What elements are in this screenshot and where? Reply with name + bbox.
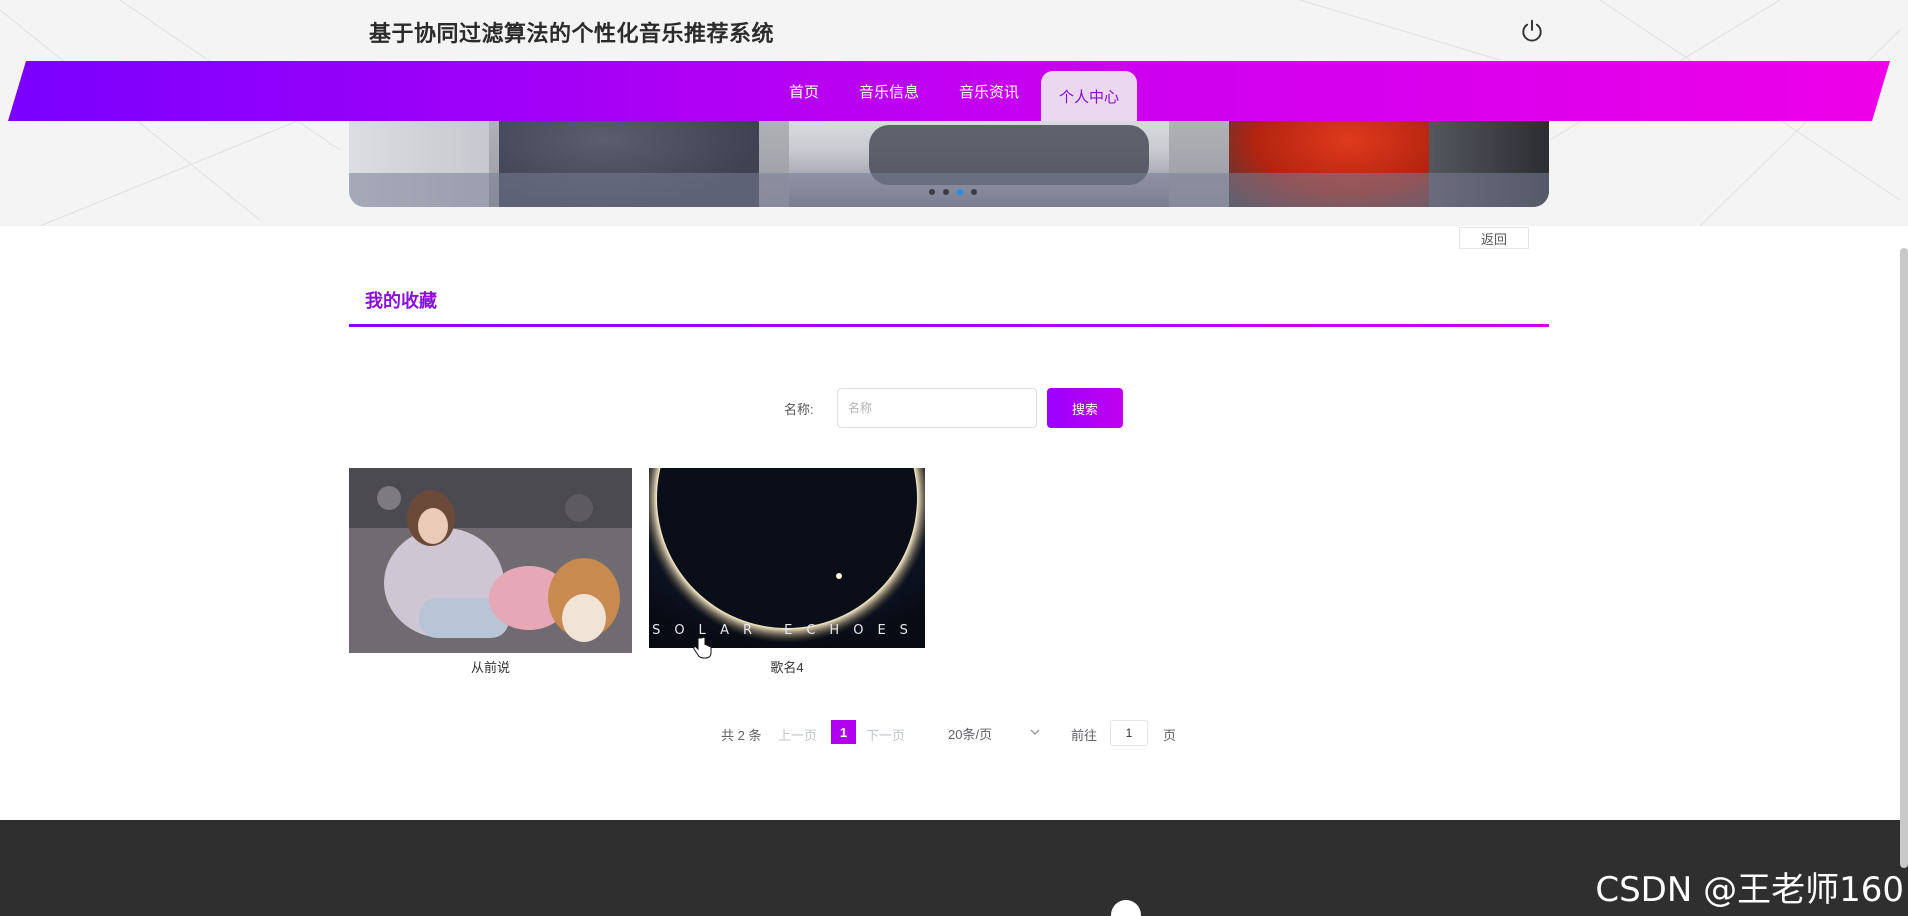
search-input[interactable] [837, 388, 1037, 428]
watermark: CSDN @王老师160 [1595, 870, 1904, 910]
page-size-select[interactable]: 20条/页 [940, 721, 1050, 745]
search-label: 名称: [784, 402, 814, 417]
pagination-current-page[interactable]: 1 [831, 720, 856, 744]
favorite-title[interactable]: 从前说 [349, 657, 632, 676]
pagination-page-suffix: 页 [1163, 728, 1177, 743]
cover-text: SOLAR ECHOES [652, 623, 922, 638]
nav-item-home[interactable]: 首页 [771, 61, 837, 121]
pagination-goto-input[interactable] [1110, 720, 1148, 746]
favorite-title[interactable]: 歌名4 [649, 657, 925, 676]
pagination-next-button[interactable]: 下一页 [866, 725, 905, 744]
favorite-cover-image[interactable] [349, 468, 632, 653]
section-title: 我的收藏 [365, 291, 437, 311]
page-size-value: 20条/页 [948, 726, 993, 742]
hand-cursor-icon [693, 636, 712, 659]
power-icon[interactable] [1519, 18, 1545, 44]
banner-indicators[interactable] [929, 189, 977, 195]
nav-item-music-info[interactable]: 音乐信息 [841, 61, 937, 121]
nav-item-personal-center[interactable]: 个人中心 [1041, 71, 1138, 121]
favorite-card[interactable]: 从前说 [349, 468, 632, 678]
pagination-total: 共 2 条 [721, 728, 762, 743]
scrollbar[interactable] [1900, 248, 1908, 868]
nav-menu: 首页 音乐信息 音乐资讯 个人中心 [0, 61, 1908, 121]
section-divider [349, 324, 1549, 327]
pagination: 共 2 条 上一页 1 下一页 20条/页 前往 页 [0, 720, 1908, 746]
search-button[interactable]: 搜索 [1047, 388, 1123, 428]
nav-item-music-news[interactable]: 音乐资讯 [941, 61, 1037, 121]
app-title: 基于协同过滤算法的个性化音乐推荐系统 [369, 21, 775, 46]
pagination-goto-label: 前往 [1071, 728, 1098, 743]
favorite-cover-image[interactable]: SOLAR ECHOES [649, 468, 925, 648]
pagination-prev-button[interactable]: 上一页 [778, 725, 817, 744]
back-button[interactable]: 返回 [1459, 227, 1529, 249]
favorite-card[interactable]: SOLAR ECHOES 歌名4 [649, 468, 925, 678]
chevron-down-icon [1030, 729, 1040, 735]
